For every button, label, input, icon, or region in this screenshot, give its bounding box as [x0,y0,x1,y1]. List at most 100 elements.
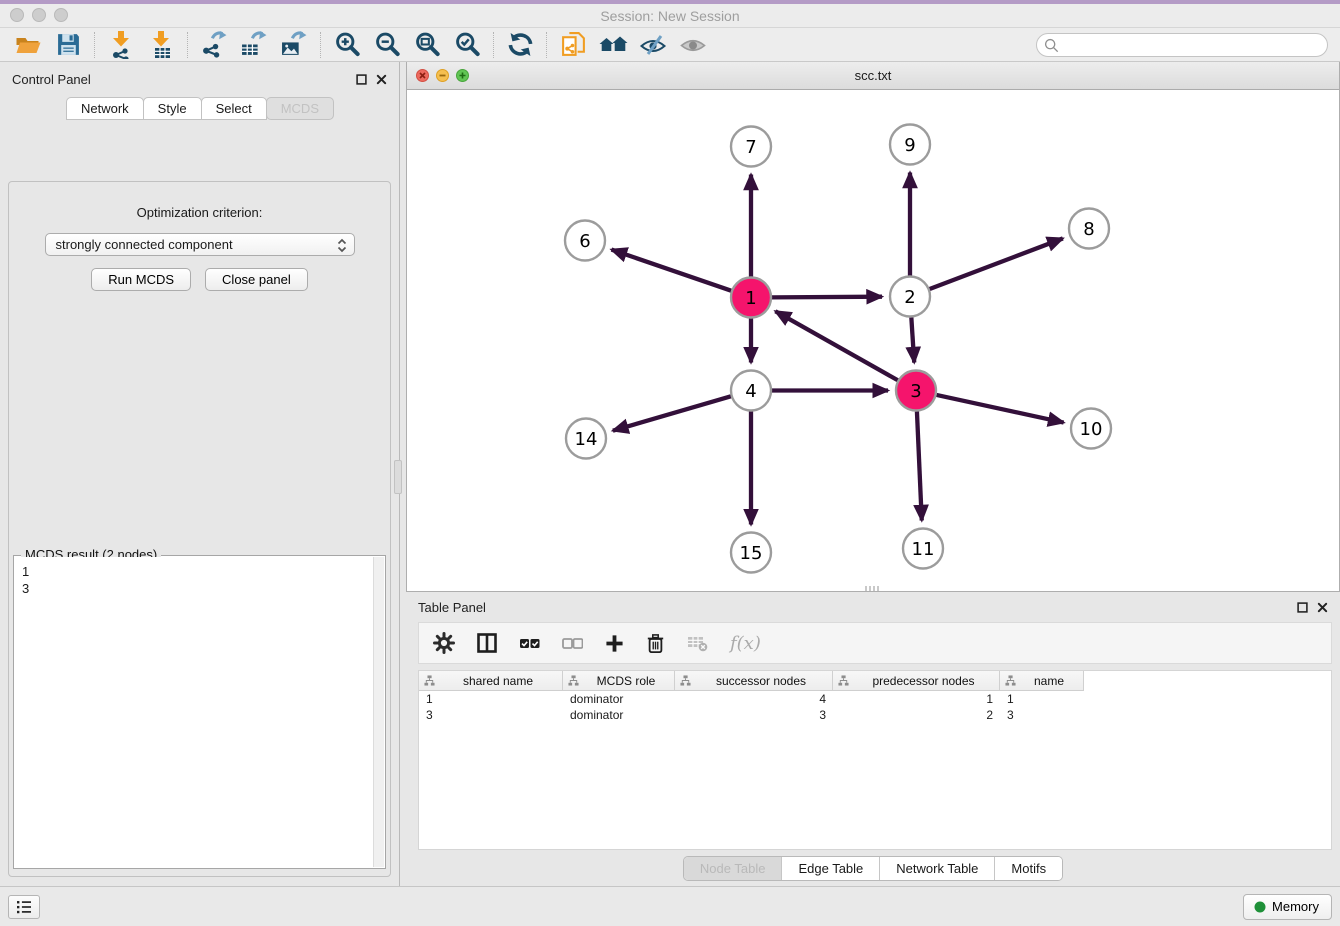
network-canvas[interactable]: 1 2 3 4 6 7 8 9 10 11 14 15 [407,90,1339,591]
graph-node-4[interactable]: 4 [731,371,771,411]
cell-successor-nodes[interactable]: 4 [675,691,833,707]
tab-motifs[interactable]: Motifs [995,857,1062,880]
close-panel-icon[interactable] [376,74,387,85]
tab-network-table[interactable]: Network Table [880,857,995,880]
edge-3-10[interactable] [937,395,1064,423]
canvas-resize-grip[interactable] [865,586,881,591]
graph-node-6[interactable]: 6 [565,221,605,261]
toolbar-mcds-document-button[interactable] [553,30,593,60]
mcds-result-list[interactable]: 13 [15,557,373,867]
table-toolbar-columns-button[interactable] [477,633,497,653]
network-close-button[interactable] [416,69,429,82]
show-panels-button[interactable] [8,895,40,919]
graph-node-1[interactable]: 1 [731,278,771,318]
memory-button[interactable]: Memory [1243,894,1332,920]
column-header-MCDS-role[interactable]: MCDS role [563,671,675,691]
column-header-label: successor nodes [695,674,827,688]
toolbar-zoom-out-button[interactable] [367,30,407,60]
cell-name[interactable]: 3 [1000,707,1084,723]
graph-node-8[interactable]: 8 [1069,209,1109,249]
graph-node-7[interactable]: 7 [731,127,771,167]
float-panel-icon[interactable] [356,74,367,85]
toolbar-show-details-eye-button[interactable] [673,30,713,60]
memory-label: Memory [1272,899,1319,914]
tab-node-table[interactable]: Node Table [684,857,783,880]
table-toolbar-add-column-button[interactable] [605,634,624,653]
toolbar-home-overview-button[interactable] [593,30,633,60]
float-table-panel-icon[interactable] [1297,602,1308,613]
table-toolbar-gear-button[interactable] [433,632,455,654]
edge-2-3[interactable] [911,317,914,362]
close-panel-button[interactable]: Close panel [205,268,308,291]
tab-select[interactable]: Select [201,97,267,120]
tab-mcds[interactable]: MCDS [266,97,334,120]
toolbar-zoom-fit-button[interactable] [407,30,447,60]
svg-text:6: 6 [579,231,590,252]
toolbar-export-network-button[interactable] [194,30,234,60]
run-mcds-button[interactable]: Run MCDS [91,268,191,291]
edge-4-14[interactable] [613,396,731,430]
graph-node-10[interactable]: 10 [1071,409,1111,449]
tab-network[interactable]: Network [66,97,144,120]
table-panel: Table Panel f(x) shared nameMCDS rolesuc… [406,592,1340,886]
toolbar-import-network-button[interactable] [101,30,141,60]
svg-text:8: 8 [1083,219,1094,240]
toolbar-hide-details-eye-button[interactable] [633,30,673,60]
cell-MCDS-role[interactable]: dominator [563,691,675,707]
main-toolbar [0,28,1340,62]
tab-edge-table[interactable]: Edge Table [782,857,880,880]
optimization-criterion-select[interactable]: strongly connected component [45,233,355,256]
toolbar-refresh-button[interactable] [500,30,540,60]
toolbar-zoom-selected-button[interactable] [447,30,487,60]
edge-1-6[interactable] [611,250,731,291]
graph-node-9[interactable]: 9 [890,125,930,165]
graph-node-11[interactable]: 11 [903,529,943,569]
network-window-titlebar[interactable]: scc.txt [407,62,1339,90]
result-scrollbar[interactable] [373,557,384,867]
toolbar-icon-strip [8,30,713,60]
cell-predecessor-nodes[interactable]: 1 [833,691,1000,707]
tab-style[interactable]: Style [143,97,202,120]
cell-name[interactable]: 1 [1000,691,1084,707]
cell-MCDS-role[interactable]: dominator [563,707,675,723]
edge-1-2[interactable] [772,297,882,298]
toolbar-zoom-in-button[interactable] [327,30,367,60]
table-toolbar-select-all-columns-button[interactable] [519,634,540,653]
edge-3-11[interactable] [917,411,922,520]
column-header-name[interactable]: name [1000,671,1084,691]
zoom-window-button[interactable] [54,8,68,22]
toolbar-import-table-button[interactable] [141,30,181,60]
network-graph[interactable]: 1 2 3 4 6 7 8 9 10 11 14 15 [407,90,1339,591]
network-minimize-button[interactable] [436,69,449,82]
toolbar-save-button[interactable] [48,30,88,60]
table-toolbar-unselect-all-columns-button[interactable] [562,634,583,653]
column-header-shared-name[interactable]: shared name [419,671,563,691]
panel-splitter-handle[interactable] [394,460,402,494]
close-window-button[interactable] [10,8,24,22]
toolbar-export-table-button[interactable] [234,30,274,60]
table-row[interactable]: 3dominator323 [419,707,1331,723]
table-toolbar-trash-button[interactable] [646,633,665,654]
graph-node-14[interactable]: 14 [566,419,606,459]
node-table[interactable]: shared name MCDS role successor nodes prede… [418,670,1332,850]
column-header-label: shared name [439,674,557,688]
cell-successor-nodes[interactable]: 3 [675,707,833,723]
toolbar-open-folder-button[interactable] [8,30,48,60]
toolbar-export-image-button[interactable] [274,30,314,60]
cell-predecessor-nodes[interactable]: 2 [833,707,1000,723]
table-row[interactable]: 1dominator411 [419,691,1331,707]
cell-shared-name[interactable]: 1 [419,691,563,707]
column-header-predecessor-nodes[interactable]: predecessor nodes [833,671,1000,691]
network-zoom-button[interactable] [456,69,469,82]
graph-node-2[interactable]: 2 [890,277,930,317]
column-header-successor-nodes[interactable]: successor nodes [675,671,833,691]
edge-3-1[interactable] [775,311,897,380]
minimize-window-button[interactable] [32,8,46,22]
cell-shared-name[interactable]: 3 [419,707,563,723]
close-table-panel-icon[interactable] [1317,602,1328,613]
search-input[interactable] [1036,33,1328,57]
network-file-title: scc.txt [407,68,1339,83]
graph-node-15[interactable]: 15 [731,533,771,573]
edge-2-8[interactable] [930,238,1063,289]
graph-node-3[interactable]: 3 [896,371,936,411]
